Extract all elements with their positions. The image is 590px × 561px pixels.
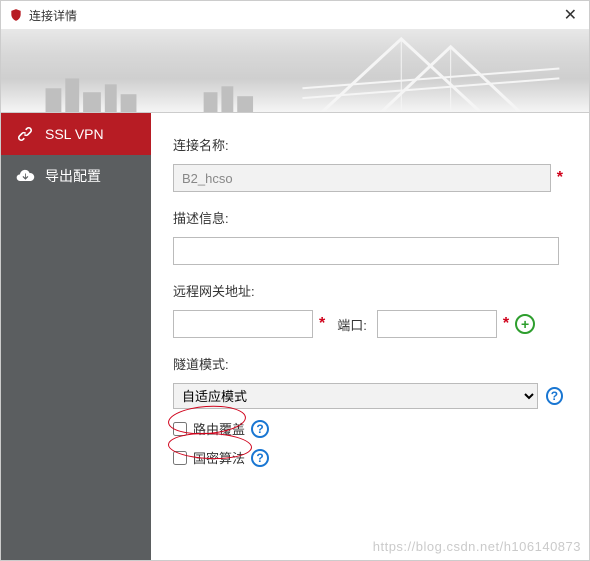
label-description: 描述信息:: [173, 208, 563, 227]
connection-details-window: 连接详情 ✕: [0, 0, 590, 561]
sidebar-item-sslvpn[interactable]: SSL VPN: [1, 113, 151, 155]
gm-algorithm-label[interactable]: 国密算法: [193, 448, 245, 467]
sidebar-item-export[interactable]: 导出配置: [1, 155, 151, 197]
sidebar: SSL VPN 导出配置: [1, 113, 151, 560]
tunnel-mode-select[interactable]: 自适应模式: [173, 383, 538, 409]
field-gateway: 远程网关地址: * 端口: * +: [173, 281, 563, 338]
shield-icon: [9, 8, 23, 22]
required-mark: *: [557, 169, 563, 187]
sidebar-item-label: 导出配置: [45, 166, 101, 186]
help-icon[interactable]: ?: [546, 387, 563, 405]
field-tunnel-mode: 隧道模式: 自适应模式 ? 路由覆盖 ? 国密算法 ?: [173, 354, 563, 467]
field-connection-name: 连接名称: *: [173, 135, 563, 192]
route-override-label[interactable]: 路由覆盖: [193, 419, 245, 438]
form-content: 连接名称: * 描述信息: 远程网关地址: * 端口:: [151, 113, 589, 560]
label-connection-name: 连接名称:: [173, 135, 563, 154]
banner-image: [1, 29, 589, 113]
add-gateway-button[interactable]: +: [515, 314, 535, 334]
gm-algorithm-checkbox[interactable]: [173, 451, 187, 465]
window-title: 连接详情: [29, 7, 77, 24]
description-input[interactable]: [173, 237, 559, 265]
titlebar: 连接详情 ✕: [1, 1, 589, 29]
label-port: 端口:: [337, 315, 367, 334]
sidebar-item-label: SSL VPN: [45, 126, 104, 142]
port-input[interactable]: [377, 310, 497, 338]
close-icon[interactable]: ✕: [560, 5, 581, 25]
cloud-download-icon: [15, 166, 35, 186]
field-description: 描述信息:: [173, 208, 563, 265]
label-tunnel-mode: 隧道模式:: [173, 354, 563, 373]
link-icon: [15, 124, 35, 144]
route-override-checkbox[interactable]: [173, 422, 187, 436]
titlebar-left: 连接详情: [9, 7, 77, 24]
help-icon[interactable]: ?: [251, 420, 269, 438]
gateway-address-input[interactable]: [173, 310, 313, 338]
help-icon[interactable]: ?: [251, 449, 269, 467]
gm-algorithm-row: 国密算法 ?: [173, 448, 563, 467]
required-mark: *: [319, 315, 325, 333]
route-override-row: 路由覆盖 ?: [173, 419, 563, 438]
required-mark: *: [503, 315, 509, 333]
main-area: SSL VPN 导出配置 连接名称: * 描述信息:: [1, 113, 589, 560]
label-gateway: 远程网关地址:: [173, 281, 563, 300]
connection-name-input[interactable]: [173, 164, 551, 192]
